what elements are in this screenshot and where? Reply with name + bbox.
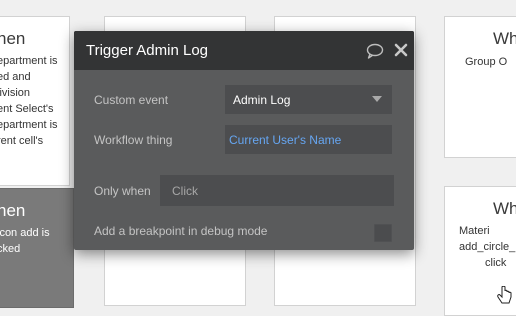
comment-icon[interactable] xyxy=(366,43,384,59)
trigger-action-dialog: Trigger Admin Log Custom event Admin Log… xyxy=(74,31,414,250)
card-line: epartment is xyxy=(0,119,58,131)
card-line: Group O xyxy=(465,56,508,68)
only-when-field[interactable]: Click xyxy=(160,175,394,206)
hand-pointer-icon xyxy=(497,286,512,304)
card-line: livision xyxy=(0,87,31,99)
card-body: Group O xyxy=(465,54,507,70)
card-line: click xyxy=(485,257,507,269)
custom-event-value: Admin Log xyxy=(233,93,291,107)
custom-event-select[interactable]: Admin Log xyxy=(225,85,392,114)
card-title: Wh xyxy=(493,199,516,218)
card-line: icon add is xyxy=(0,227,50,239)
card-line: ent Select's xyxy=(0,103,54,115)
breakpoint-label: Add a breakpoint in debug mode xyxy=(94,224,268,238)
breakpoint-checkbox[interactable] xyxy=(374,224,392,242)
card-line: ed and xyxy=(0,71,31,83)
workflow-thing-dynamic-value[interactable]: Current User's Name xyxy=(229,133,341,147)
chevron-down-icon xyxy=(372,96,382,102)
card-line: add_circle_ xyxy=(459,241,516,253)
card-line: rent cell's xyxy=(0,135,44,147)
card-line: cked xyxy=(0,243,21,255)
event-card-5[interactable]: Wh Group O xyxy=(444,16,516,158)
card-body: epartment is ed and livision ent Select'… xyxy=(0,53,58,149)
workflow-thing-label: Workflow thing xyxy=(94,133,173,147)
card-line: epartment is xyxy=(0,55,58,67)
card-title: hen xyxy=(0,29,26,48)
event-card-1[interactable]: hen epartment is ed and livision ent Sel… xyxy=(0,16,70,186)
card-title: hen xyxy=(0,201,26,220)
workflow-thing-field[interactable]: Current User's Name xyxy=(225,125,392,154)
close-icon[interactable] xyxy=(394,43,408,57)
card-body: icon add is cked xyxy=(0,225,50,257)
only-when-placeholder: Click xyxy=(172,184,198,198)
card-body: Materi add_circle_ click xyxy=(459,223,515,271)
card-title: Wh xyxy=(493,29,516,48)
dialog-title: Trigger Admin Log xyxy=(86,42,209,59)
only-when-label: Only when xyxy=(94,184,151,198)
dialog-header: Trigger Admin Log xyxy=(74,31,414,70)
event-card-2[interactable]: hen icon add is cked xyxy=(0,188,74,308)
card-line: Materi xyxy=(459,225,490,237)
custom-event-label: Custom event xyxy=(94,93,169,107)
